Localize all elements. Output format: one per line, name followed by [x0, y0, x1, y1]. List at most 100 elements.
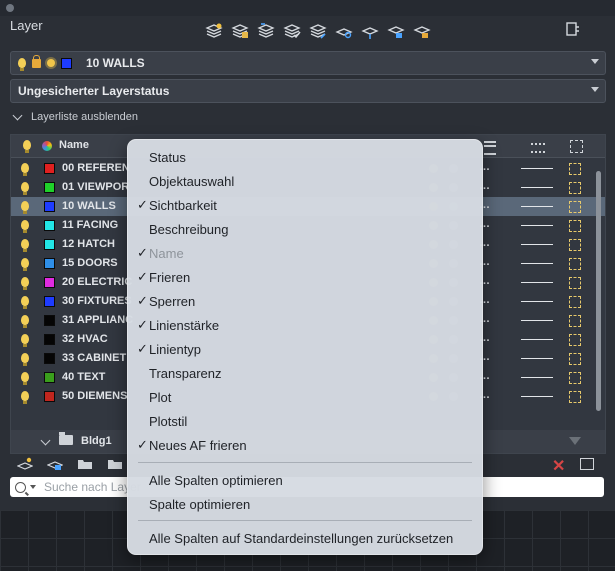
unlock-layer-icon[interactable]	[412, 21, 432, 41]
layer-filter-icon[interactable]	[107, 457, 123, 471]
layer-states-icon[interactable]	[256, 21, 276, 41]
menu-item-plot[interactable]: Plot	[128, 386, 482, 408]
bulb-icon[interactable]	[21, 372, 29, 385]
color-swatch[interactable]	[44, 258, 55, 269]
color-swatch[interactable]	[44, 296, 55, 307]
new-layer-filter-icon[interactable]	[16, 457, 34, 471]
color-swatch[interactable]	[44, 372, 55, 383]
color-swatch[interactable]	[44, 277, 55, 288]
vp-freeze-icon[interactable]	[569, 372, 581, 384]
color-swatch[interactable]	[44, 220, 55, 231]
lock-layer-icon[interactable]	[386, 21, 406, 41]
menu-item-objektauswahl[interactable]: Objektauswahl	[128, 170, 482, 192]
linetype-column-icon[interactable]	[531, 143, 545, 153]
vp-freeze-icon[interactable]	[569, 353, 581, 365]
bulb-icon[interactable]	[21, 277, 29, 290]
lineweight-column-icon[interactable]	[484, 141, 496, 155]
menu-item-linienstärke[interactable]: ✓ Linienstärke	[128, 314, 482, 336]
set-current-icon[interactable]	[282, 21, 302, 41]
vp-freeze-icon[interactable]	[569, 201, 581, 213]
chevron-down-icon[interactable]	[40, 435, 51, 446]
menu-item-status[interactable]: Status	[128, 146, 482, 168]
lineweight-sample[interactable]	[521, 358, 553, 359]
bulb-icon[interactable]	[21, 296, 29, 309]
lineweight-sample[interactable]	[521, 206, 553, 207]
vp-freeze-icon[interactable]	[569, 277, 581, 289]
lineweight-sample[interactable]	[521, 263, 553, 264]
lineweight-sample[interactable]	[521, 339, 553, 340]
color-swatch[interactable]	[44, 163, 55, 174]
menu-item-sichtbarkeit[interactable]: ✓ Sichtbarkeit	[128, 194, 482, 216]
delete-layer-icon[interactable]: ✕	[552, 456, 568, 475]
folder-icon[interactable]	[77, 457, 93, 471]
vp-freeze-icon[interactable]	[569, 391, 581, 403]
new-layer-icon[interactable]	[204, 21, 224, 41]
lineweight-sample[interactable]	[521, 187, 553, 188]
lineweight-sample[interactable]	[521, 396, 553, 397]
lineweight-sample[interactable]	[521, 244, 553, 245]
panel-dock-icon[interactable]	[565, 21, 581, 37]
filter-icon[interactable]	[569, 437, 581, 445]
color-swatch[interactable]	[44, 353, 55, 364]
menu-item-optimize-column[interactable]: Spalte optimieren	[128, 493, 482, 515]
bulb-icon[interactable]	[21, 353, 29, 366]
menu-item-optimize-all-columns[interactable]: Alle Spalten optimieren	[128, 469, 482, 491]
color-swatch[interactable]	[44, 201, 55, 212]
vp-freeze-icon[interactable]	[569, 315, 581, 327]
menu-item-frieren[interactable]: ✓ Frieren	[128, 266, 482, 288]
vp-freeze-icon[interactable]	[569, 334, 581, 346]
menu-item-beschreibung[interactable]: Beschreibung	[128, 218, 482, 240]
bulb-icon[interactable]	[21, 182, 29, 195]
chevron-down-icon	[591, 87, 599, 92]
chevron-down-icon[interactable]	[30, 485, 36, 489]
new-vp-frozen-layer-icon[interactable]	[230, 21, 250, 41]
name-column-header[interactable]: Name	[59, 139, 89, 151]
bulb-icon[interactable]	[21, 315, 29, 328]
bulb-icon[interactable]	[21, 334, 29, 347]
settings-grid-icon[interactable]	[580, 458, 594, 470]
vp-freeze-icon[interactable]	[569, 182, 581, 194]
color-swatch[interactable]	[44, 391, 55, 402]
bulb-icon[interactable]	[21, 239, 29, 252]
lineweight-sample[interactable]	[521, 320, 553, 321]
menu-item-reset-columns[interactable]: Alle Spalten auf Standardeinstellungen z…	[128, 527, 482, 549]
menu-item-transparenz[interactable]: Transparenz	[128, 362, 482, 384]
layer-name: 50 DIEMENS	[62, 390, 128, 402]
color-swatch[interactable]	[44, 334, 55, 345]
isolate-layer-icon[interactable]	[334, 21, 354, 41]
table-scrollbar[interactable]	[596, 171, 601, 411]
visibility-column-icon[interactable]	[23, 140, 31, 153]
color-column-icon[interactable]	[42, 141, 52, 151]
lineweight-sample[interactable]	[521, 282, 553, 283]
bulb-icon[interactable]	[21, 201, 29, 214]
current-layer-dropdown[interactable]: 10 WALLS	[10, 51, 606, 75]
bulb-icon[interactable]	[21, 258, 29, 271]
vp-freeze-icon[interactable]	[569, 258, 581, 270]
bulb-icon[interactable]	[21, 163, 29, 176]
layer-state-dropdown[interactable]: Ungesicherter Layerstatus	[10, 79, 606, 103]
match-layer-icon[interactable]	[308, 21, 328, 41]
lineweight-sample[interactable]	[521, 225, 553, 226]
color-swatch[interactable]	[44, 315, 55, 326]
lineweight-sample[interactable]	[521, 301, 553, 302]
color-swatch[interactable]	[44, 182, 55, 193]
vp-freeze-icon[interactable]	[569, 220, 581, 232]
bulb-icon[interactable]	[21, 220, 29, 233]
vp-freeze-icon[interactable]	[569, 296, 581, 308]
collapse-layer-list-toggle[interactable]: Layerliste ausblenden	[12, 110, 138, 123]
lineweight-sample[interactable]	[521, 377, 553, 378]
color-swatch[interactable]	[44, 239, 55, 250]
lineweight-sample[interactable]	[521, 168, 553, 169]
menu-item-linientyp[interactable]: ✓ Linientyp	[128, 338, 482, 360]
unisolate-layer-icon[interactable]	[360, 21, 380, 41]
new-group-filter-icon[interactable]	[46, 457, 64, 471]
vp-freeze-icon[interactable]	[569, 239, 581, 251]
panel-top-strip	[0, 0, 615, 16]
vp-freeze-icon[interactable]	[569, 163, 581, 175]
bulb-icon[interactable]	[21, 391, 29, 404]
menu-item-neues-af-frieren[interactable]: ✓ Neues AF frieren	[128, 434, 482, 456]
menu-item-sperren[interactable]: ✓ Sperren	[128, 290, 482, 312]
menu-item-plotstil[interactable]: Plotstil	[128, 410, 482, 432]
panel-handle-dot[interactable]	[6, 4, 14, 12]
new-vp-freeze-column-icon[interactable]	[570, 140, 583, 153]
